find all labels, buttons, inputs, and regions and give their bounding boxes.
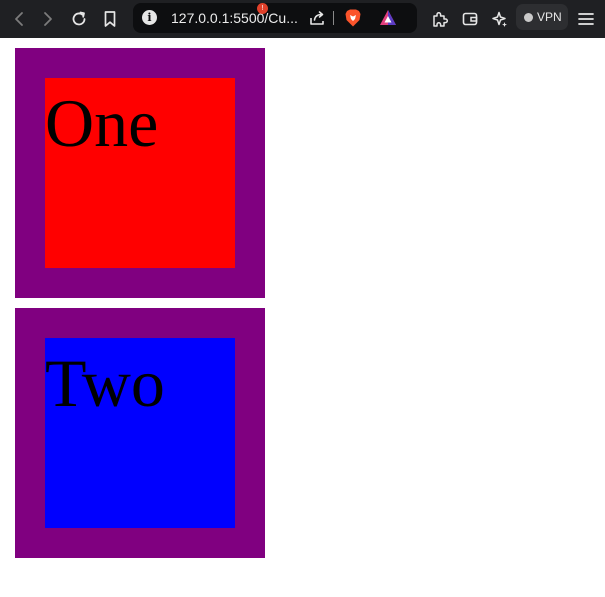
box-one-outer: One xyxy=(15,48,265,298)
vpn-button[interactable]: VPN xyxy=(516,4,568,30)
box-two-label: Two xyxy=(45,345,165,421)
extensions-icon[interactable] xyxy=(429,0,451,38)
address-bar[interactable]: i 127.0.0.1:5500/Cu... xyxy=(133,3,417,33)
url-text[interactable]: 127.0.0.1:5500/Cu... xyxy=(171,10,298,26)
vpn-label: VPN xyxy=(537,10,562,24)
box-one-label: One xyxy=(45,85,159,161)
page-content: One Two xyxy=(0,38,605,597)
share-icon[interactable] xyxy=(308,9,326,27)
brave-rewards-icon[interactable] xyxy=(378,8,398,28)
leo-ai-icon[interactable] xyxy=(489,0,511,38)
address-bar-divider xyxy=(333,11,334,25)
box-two-outer: Two xyxy=(15,308,265,558)
bookmark-icon[interactable] xyxy=(99,0,121,38)
back-icon[interactable] xyxy=(8,0,30,38)
box-one-inner: One xyxy=(45,78,235,268)
vpn-status-icon xyxy=(524,12,533,22)
brave-shields-icon[interactable] xyxy=(344,8,362,28)
menu-icon[interactable] xyxy=(575,0,597,38)
rewards-badge: ! xyxy=(257,3,268,14)
reload-icon[interactable] xyxy=(68,0,90,38)
box-two-inner: Two xyxy=(45,338,235,528)
wallet-icon[interactable] xyxy=(459,0,481,38)
forward-icon[interactable] xyxy=(37,0,59,38)
browser-toolbar: i 127.0.0.1:5500/Cu... ! VPN xyxy=(0,0,605,38)
info-icon[interactable]: i xyxy=(142,10,157,25)
